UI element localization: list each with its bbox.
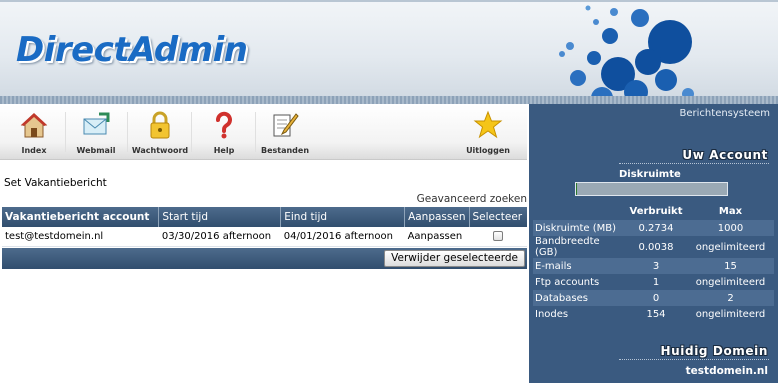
stat-max: 2 (687, 290, 774, 306)
toolbar-help-button[interactable]: Help (194, 108, 256, 158)
current-domain-title: Huidig Domein (660, 344, 768, 358)
disk-usage-label: Diskruimte (619, 169, 681, 180)
toolbar-label: Uitloggen (466, 146, 510, 155)
stat-name: Bandbreedte (GB) (535, 236, 600, 258)
stats-header-empty (533, 202, 625, 220)
toolbar-label: Webmail (76, 146, 116, 155)
stat-max: 1000 (687, 220, 774, 236)
logo-dots-graphic (559, 5, 694, 104)
toolbar-uitloggen-button[interactable]: Uitloggen (458, 108, 518, 158)
stat-used: 0 (625, 290, 687, 306)
column-header-start[interactable]: Start tijd (158, 207, 282, 227)
toolbar-bestanden-button[interactable]: Bestanden (255, 108, 315, 158)
stat-used: 1 (652, 276, 660, 288)
stats-row: Ftp accounts 1 ongelimiteerd (533, 274, 774, 290)
stats-header-max: Max (718, 205, 743, 217)
column-header-select[interactable]: Selecteer (469, 207, 527, 227)
files-icon (273, 113, 299, 137)
column-header-edit: Aanpassen (404, 207, 470, 227)
header-stripe (0, 96, 778, 104)
stat-name: Diskruimte (MB) (533, 220, 625, 236)
edit-link[interactable]: Aanpassen (404, 227, 469, 247)
padlock-icon (150, 111, 170, 139)
usage-stats-table: Verbruikt Max Diskruimte (MB) 0.2734 100… (533, 202, 774, 322)
stats-row: Inodes 154 ongelimiteerd (533, 306, 774, 322)
account-section-title: Uw Account (682, 148, 768, 162)
account-cell: test@testdomein.nl (2, 227, 159, 247)
stat-max: 15 (687, 258, 774, 274)
table-footer-bar: Verwijder geselecteerde (2, 248, 527, 269)
table-header-row: Vakantiebericht account Start tijd Eind … (2, 207, 527, 227)
toolbar-separator (191, 112, 192, 152)
stat-used: 154 (646, 308, 666, 320)
stat-max: ongelimiteerd (695, 241, 766, 253)
stat-used: 0.2734 (625, 220, 687, 236)
column-header-end[interactable]: Eind tijd (280, 207, 406, 227)
stat-used: 0.0038 (638, 241, 674, 253)
stat-max: ongelimiteerd (695, 276, 766, 288)
stat-used: 3 (625, 258, 687, 274)
stat-name: Ftp accounts (535, 276, 600, 288)
stats-row: Diskruimte (MB) 0.2734 1000 (533, 220, 774, 236)
toolbar-label: Bestanden (260, 146, 310, 155)
account-sidebar: Berichtensysteem Uw Account Diskruimte V… (529, 104, 778, 383)
messages-link[interactable]: Berichtensysteem (680, 108, 770, 119)
delete-selected-button[interactable]: Verwijder geselecteerde (384, 250, 525, 267)
house-icon (20, 113, 48, 138)
stats-header-used: Verbruikt (629, 205, 683, 217)
stat-name: E-mails (533, 258, 625, 274)
stat-name: Databases (533, 290, 625, 306)
stats-row: Bandbreedte (GB) 0.0038 ongelimiteerd (533, 236, 774, 258)
toolbar-label: Index (21, 146, 47, 155)
toolbar-wachtwoord-button[interactable]: Wachtwoord (130, 108, 192, 158)
current-domain[interactable]: testdomein.nl (686, 365, 768, 377)
stats-header-row: Verbruikt Max (533, 202, 774, 220)
stats-row: Databases 0 2 (533, 290, 774, 306)
toolbar-label: Wachtwoord (131, 146, 189, 155)
advanced-search-link[interactable]: Geavanceerd zoeken (417, 193, 527, 205)
toolbar: Index Webmail Wachtwoord Help Bestanden … (0, 105, 527, 160)
star-icon (473, 110, 503, 139)
question-mark-icon (216, 111, 232, 139)
select-checkbox[interactable] (493, 230, 503, 241)
section-divider (619, 163, 769, 164)
header-banner: DirectAdmin (0, 0, 778, 104)
stats-row: E-mails 3 15 (533, 258, 774, 274)
toolbar-index-button[interactable]: Index (4, 108, 66, 158)
directadmin-logo[interactable]: DirectAdmin (16, 30, 248, 70)
page-title: Set Vakantiebericht (4, 177, 107, 189)
toolbar-separator (127, 112, 128, 152)
vacation-messages-table: Vakantiebericht account Start tijd Eind … (2, 207, 527, 247)
end-time-cell: 04/01/2016 afternoon (280, 227, 405, 247)
stat-name: Inodes (535, 308, 569, 320)
disk-usage-fill (576, 183, 578, 195)
select-cell (469, 227, 527, 247)
section-divider (619, 359, 769, 360)
column-header-account[interactable]: Vakantiebericht account (2, 207, 160, 227)
table-row: test@testdomein.nl 03/30/2016 afternoon … (2, 227, 527, 247)
start-time-cell: 03/30/2016 afternoon (158, 227, 281, 247)
disk-usage-bar (575, 182, 728, 196)
toolbar-label: Help (213, 146, 235, 155)
stat-max: ongelimiteerd (695, 308, 766, 320)
envelope-icon (83, 112, 110, 135)
toolbar-webmail-button[interactable]: Webmail (66, 108, 128, 158)
